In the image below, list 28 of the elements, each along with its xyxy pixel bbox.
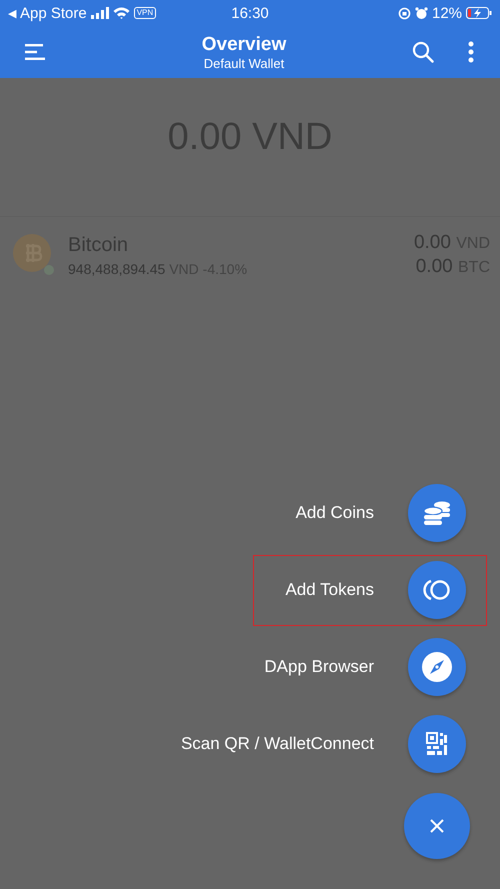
action-button[interactable] [408,484,466,542]
wifi-icon [112,7,130,19]
coin-icon [12,233,56,277]
clock-time: 16:30 [231,4,269,22]
vpn-badge: VPN [134,7,156,19]
wallet-name: Default Wallet [204,56,284,72]
action-button[interactable] [408,638,466,696]
action-label[interactable]: Scan QR / WalletConnect [180,734,374,754]
back-arrow[interactable]: ◀ [8,6,16,20]
more-icon [468,41,474,63]
action-label[interactable]: Add Tokens [285,580,374,600]
token-icon [423,579,451,601]
search-icon [412,41,434,63]
action-label[interactable]: Add Coins [296,503,374,523]
orientation-lock-icon [398,6,411,20]
compass-icon [421,651,453,683]
signal-icon [90,7,109,19]
alarm-icon [414,6,428,20]
menu-icon [25,44,45,60]
action-label[interactable]: DApp Browser [264,657,374,677]
back-label[interactable]: App Store [20,4,87,22]
close-icon [429,818,445,834]
battery-percent: 12% [432,4,462,22]
coins-icon [423,500,451,526]
action-button[interactable] [408,715,466,773]
screen-title: Overview [202,32,286,56]
action-button[interactable] [408,561,466,619]
qr-code-icon [426,732,448,756]
